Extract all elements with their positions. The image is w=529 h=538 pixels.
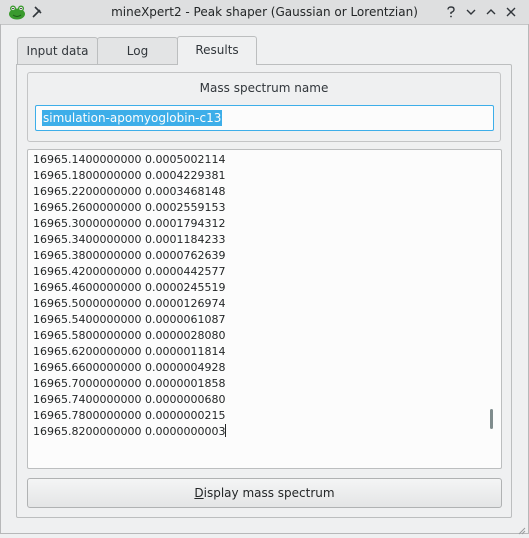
spectrum-name-value: simulation-apomyoglobin-c13 [42,110,223,126]
tab-log[interactable]: Log [97,37,178,64]
title-bar[interactable]: mineXpert2 - Peak shaper (Gaussian or Lo… [0,0,529,25]
data-line: 16965.3000000000 0.0001794312 [33,217,226,230]
data-line: 16965.1400000000 0.0005002114 [33,153,226,166]
data-line: 16965.5800000000 0.0000028080 [33,329,226,342]
data-line: 16965.3400000000 0.0001184233 [33,233,226,246]
data-line: 16965.2200000000 0.0003468148 [33,185,226,198]
vertical-scrollbar[interactable] [490,409,493,429]
resize-grip-icon[interactable] [518,524,526,535]
minimize-icon[interactable] [463,4,479,20]
data-line: 16965.4200000000 0.0000442577 [33,265,226,278]
data-line: 16965.8200000000 0.0000000003 [33,424,227,438]
data-lines: 16965.1400000000 0.0005002114 16965.18000… [33,152,227,440]
tab-input-data[interactable]: Input data [17,37,98,64]
text-caret [225,424,227,437]
maximize-icon[interactable] [483,4,499,20]
data-line: 16965.1800000000 0.0004229381 [33,169,226,182]
help-icon[interactable] [443,4,459,20]
data-line: 16965.6600000000 0.0000004928 [33,361,226,374]
close-icon[interactable] [503,4,519,20]
button-label: isplay mass spectrum [203,486,335,500]
tab-results[interactable]: Results [177,36,257,65]
group-title: Mass spectrum name [199,81,329,95]
data-line: 16965.7800000000 0.0000000215 [33,409,226,422]
button-mnemonic: D [194,486,204,500]
data-line: 16965.4600000000 0.0000245519 [33,281,226,294]
spectrum-name-input[interactable]: simulation-apomyoglobin-c13 [35,105,494,131]
results-text-area[interactable]: 16965.1400000000 0.0005002114 16965.18000… [27,149,502,469]
data-line: 16965.5400000000 0.0000061087 [33,313,226,326]
data-line: 16965.3800000000 0.0000762639 [33,249,226,262]
data-line: 16965.2600000000 0.0002559153 [33,201,226,214]
data-line: 16965.5000000000 0.0000126974 [33,297,226,310]
display-mass-spectrum-button[interactable]: Display mass spectrum [27,478,502,508]
data-line: 16965.7400000000 0.0000000680 [33,393,226,406]
data-line: 16965.6200000000 0.0000011814 [33,345,226,358]
data-line: 16965.7000000000 0.0000001858 [33,377,226,390]
